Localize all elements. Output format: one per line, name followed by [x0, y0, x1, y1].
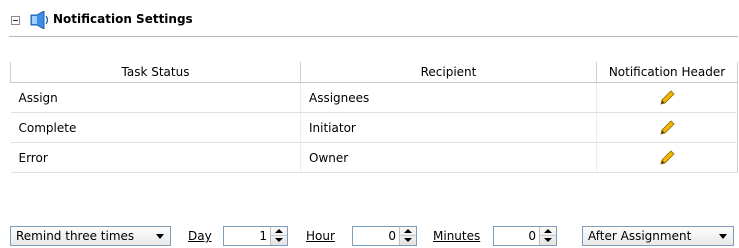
section-header: Notification Settings	[10, 8, 738, 34]
hour-input[interactable]	[353, 227, 399, 245]
reminder-frequency-dropdown[interactable]: Remind three times	[10, 226, 171, 246]
hour-spinner[interactable]	[352, 226, 417, 246]
day-spinner[interactable]	[223, 226, 288, 246]
pencil-icon[interactable]	[658, 119, 676, 137]
recipient-cell: Assignees	[300, 82, 597, 113]
table-row[interactable]: Complete Initiator	[10, 112, 738, 143]
table-row[interactable]: Assign Assignees	[10, 82, 738, 113]
increment-arrow-icon[interactable]	[271, 227, 287, 236]
notification-header-cell	[596, 82, 738, 113]
reminder-relative-value: After Assignment	[588, 229, 692, 243]
bell-icon	[30, 11, 49, 29]
increment-arrow-icon[interactable]	[400, 227, 416, 236]
table-header-row: Task Status Recipient Notification Heade…	[10, 62, 738, 83]
notification-table: Task Status Recipient Notification Heade…	[10, 62, 738, 173]
section-title: Notification Settings	[53, 12, 193, 26]
chevron-down-icon	[719, 234, 727, 239]
column-header-notification-header[interactable]: Notification Header	[596, 62, 738, 83]
day-input[interactable]	[224, 227, 270, 245]
hour-label: Hour	[306, 229, 335, 243]
decrement-arrow-icon[interactable]	[400, 236, 416, 245]
reminder-controls: Remind three times Day Hour Minutes Afte…	[10, 226, 738, 248]
notification-header-cell	[596, 142, 738, 173]
minutes-label: Minutes	[433, 229, 481, 243]
chevron-down-icon	[156, 234, 164, 239]
task-status-cell: Complete	[10, 112, 301, 143]
task-status-cell: Error	[10, 142, 301, 173]
reminder-relative-dropdown[interactable]: After Assignment	[582, 226, 734, 246]
collapse-icon[interactable]	[11, 16, 20, 25]
pencil-icon[interactable]	[658, 149, 676, 167]
recipient-cell: Owner	[300, 142, 597, 173]
minutes-input[interactable]	[494, 227, 539, 245]
task-status-cell: Assign	[10, 82, 301, 113]
table-row[interactable]: Error Owner	[10, 142, 738, 173]
decrement-arrow-icon[interactable]	[540, 236, 556, 245]
minutes-spinner[interactable]	[493, 226, 557, 246]
recipient-cell: Initiator	[300, 112, 597, 143]
pencil-icon[interactable]	[658, 89, 676, 107]
decrement-arrow-icon[interactable]	[271, 236, 287, 245]
column-header-task-status[interactable]: Task Status	[10, 62, 301, 83]
day-label: Day	[188, 229, 212, 243]
section-divider	[9, 36, 738, 37]
notification-header-cell	[596, 112, 738, 143]
column-header-recipient[interactable]: Recipient	[300, 62, 597, 83]
reminder-frequency-value: Remind three times	[16, 229, 135, 243]
increment-arrow-icon[interactable]	[540, 227, 556, 236]
